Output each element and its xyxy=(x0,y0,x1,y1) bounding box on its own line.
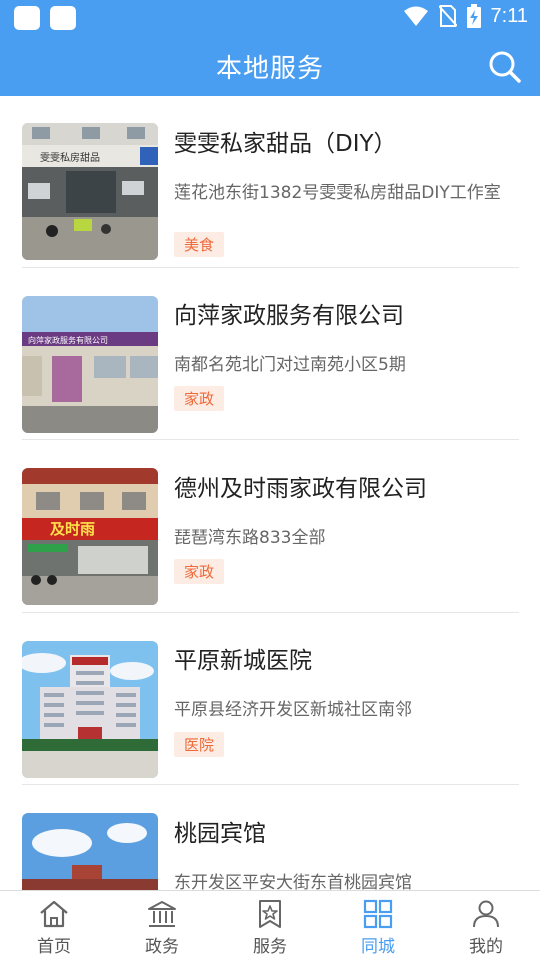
shop-sign-text: 及时雨 xyxy=(50,520,95,538)
person-icon xyxy=(473,900,499,928)
item-address: 东开发区平安大街东首桃园宾馆 xyxy=(174,873,412,890)
hotel-photo xyxy=(22,813,158,890)
clock: 7:11 xyxy=(490,4,528,27)
grid-icon xyxy=(363,899,393,929)
item-address: 平原县经济开发区新城社区南邻 xyxy=(174,700,412,720)
wifi-icon xyxy=(403,6,428,26)
list-item[interactable]: 雯雯私房甜品 雯雯私家甜品（DIY） 莲花池东街1382号雯雯私房甜品DIY工作… xyxy=(22,96,519,268)
item-address: 琵琶湾东路833全部 xyxy=(174,528,326,548)
list-item[interactable]: 及时雨 德州及时雨家政有限公司 琵琶湾东路833全部 家政 xyxy=(22,441,519,613)
tab-home[interactable]: 首页 xyxy=(0,891,108,960)
no-sim-icon xyxy=(438,5,457,27)
government-icon xyxy=(148,901,176,927)
category-tag: 家政 xyxy=(174,386,225,411)
hospital-photo xyxy=(22,641,158,778)
page-title: 本地服务 xyxy=(215,54,324,84)
search-icon xyxy=(489,51,521,83)
item-title: 桃园宾馆 xyxy=(174,821,266,847)
item-title: 向萍家政服务有限公司 xyxy=(174,303,404,329)
tab-label: 首页 xyxy=(37,937,71,957)
shop-photo: 雯雯私房甜品 xyxy=(22,123,158,260)
tab-label: 政务 xyxy=(145,937,179,957)
shop-sign-text: 雯雯私房甜品 xyxy=(40,151,100,164)
tab-label: 同城 xyxy=(361,937,395,957)
shop-photo: 向萍家政服务有限公司 xyxy=(22,296,158,433)
search-button[interactable] xyxy=(488,50,522,84)
notification-icon xyxy=(50,6,76,30)
list-item[interactable]: 桃园宾馆 东开发区平安大街东首桃园宾馆 xyxy=(22,786,519,890)
item-title: 雯雯私家甜品（DIY） xyxy=(174,131,397,157)
item-address: 莲花池东街1382号雯雯私房甜品DIY工作室 xyxy=(174,183,501,203)
service-list[interactable]: 雯雯私房甜品 雯雯私家甜品（DIY） 莲花池东街1382号雯雯私房甜品DIY工作… xyxy=(0,96,540,890)
home-icon xyxy=(40,900,68,928)
shop-photo: 及时雨 xyxy=(22,468,158,605)
tab-service[interactable]: 服务 xyxy=(216,891,324,960)
tab-mine[interactable]: 我的 xyxy=(432,891,540,960)
list-item[interactable]: 向萍家政服务有限公司 向萍家政服务有限公司 南都名苑北门对过南苑小区5期 家政 xyxy=(22,268,519,440)
item-title: 平原新城医院 xyxy=(174,648,312,674)
tab-government[interactable]: 政务 xyxy=(108,891,216,960)
bottom-tab-bar: 首页 政务 服务 同城 我的 xyxy=(0,890,540,960)
notification-icons xyxy=(14,6,76,30)
app-bar: 本地服务 xyxy=(0,36,540,96)
item-address: 南都名苑北门对过南苑小区5期 xyxy=(174,355,406,375)
category-tag: 医院 xyxy=(174,732,225,757)
tab-label: 我的 xyxy=(469,937,503,957)
list-item[interactable]: 平原新城医院 平原县经济开发区新城社区南邻 医院 xyxy=(22,613,519,785)
category-tag: 美食 xyxy=(174,232,225,257)
service-star-icon xyxy=(259,900,281,928)
tab-label: 服务 xyxy=(253,937,287,957)
shop-sign-text: 向萍家政服务有限公司 xyxy=(28,335,108,345)
tab-city[interactable]: 同城 xyxy=(324,891,432,960)
battery-charging-icon xyxy=(466,4,481,28)
item-title: 德州及时雨家政有限公司 xyxy=(174,476,427,502)
notification-icon xyxy=(14,6,40,30)
category-tag: 家政 xyxy=(174,559,225,584)
status-bar: 7:11 xyxy=(0,0,540,36)
